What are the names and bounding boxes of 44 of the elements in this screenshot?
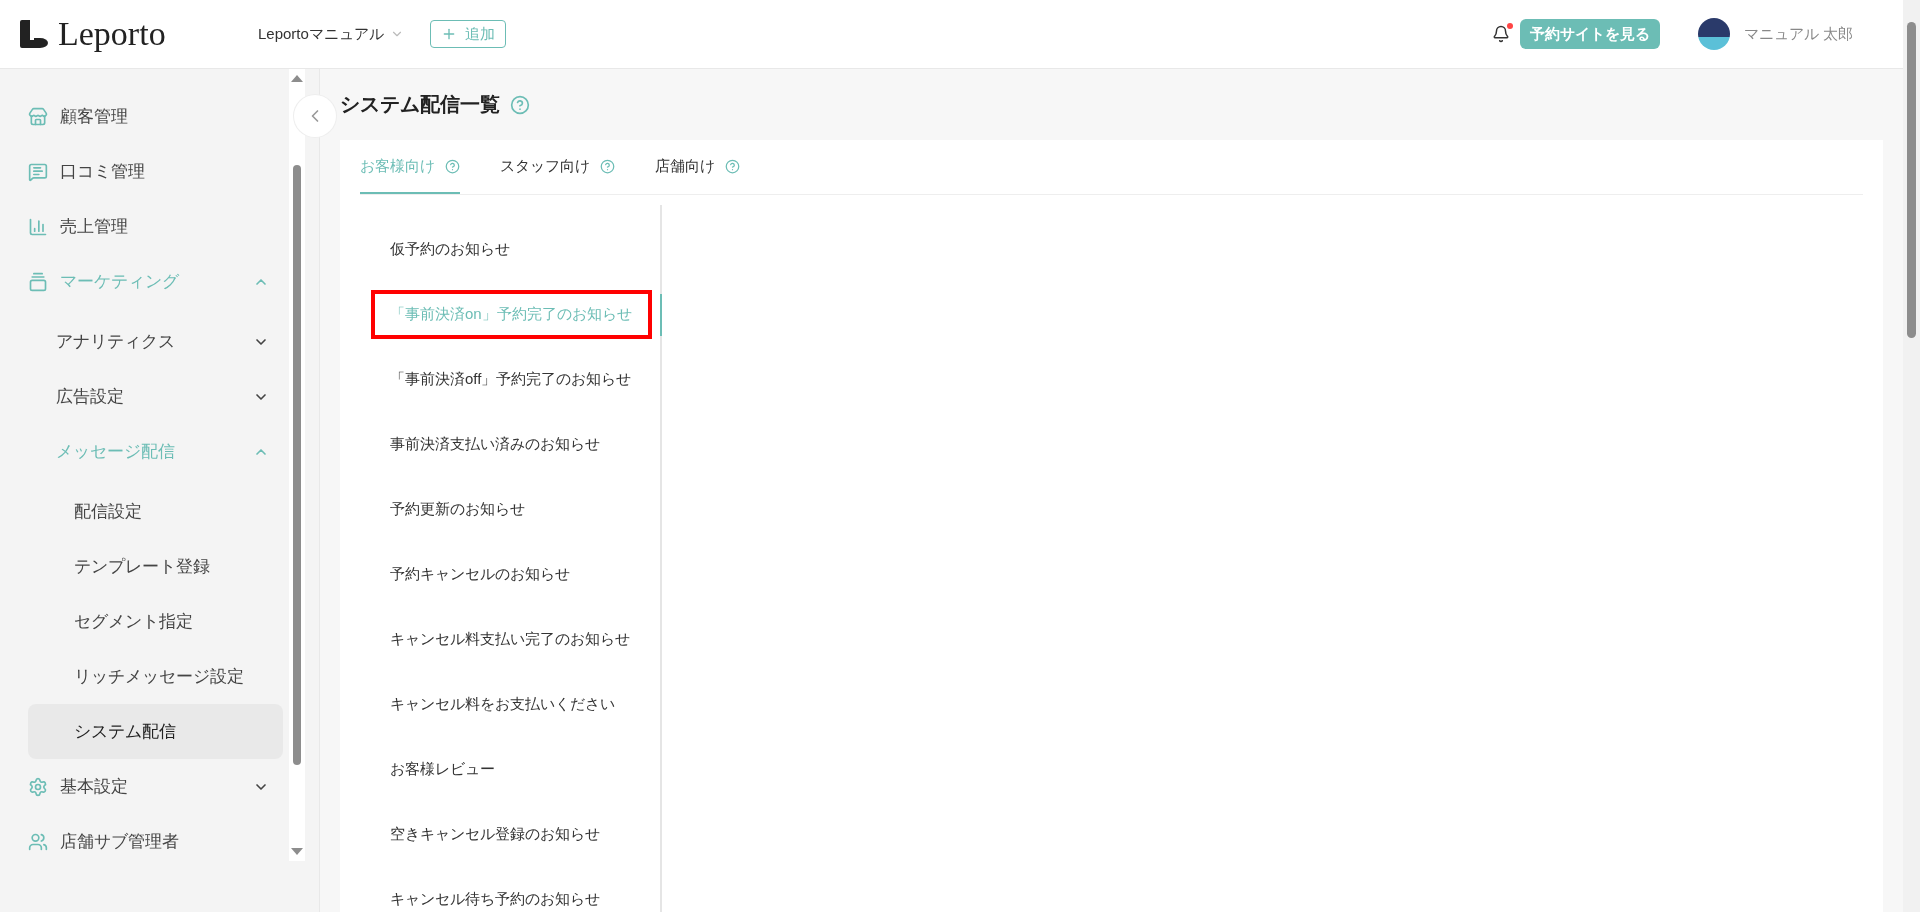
- notification-icon[interactable]: [1491, 25, 1510, 43]
- message-icon: [28, 161, 48, 182]
- message-type-item[interactable]: 予約更新のお知らせ: [360, 500, 525, 519]
- message-type-item[interactable]: 事前決済支払い済みのお知らせ: [360, 435, 600, 454]
- tab[interactable]: スタッフ向け: [500, 140, 615, 194]
- message-type-item[interactable]: キャンセル料支払い完了のお知らせ: [360, 630, 630, 649]
- sidebar-item[interactable]: 店舗サブ管理者: [28, 814, 283, 869]
- users-icon: [28, 831, 48, 852]
- sidebar-item[interactable]: 基本設定: [28, 759, 283, 814]
- logo-icon: [20, 20, 48, 48]
- sidebar-item[interactable]: セグメント指定: [28, 594, 283, 649]
- active-indicator: [660, 294, 662, 336]
- page-title: システム配信一覧: [340, 92, 500, 117]
- store-icon: [28, 106, 48, 127]
- message-type-item[interactable]: 「事前決済off」予約完了のお知らせ: [360, 370, 632, 389]
- help-icon: [445, 158, 460, 174]
- logo-text: Leporto: [58, 15, 166, 53]
- tab[interactable]: 店舗向け: [655, 140, 740, 194]
- sidebar-item[interactable]: 配信設定: [28, 484, 283, 539]
- message-type-item[interactable]: 予約キャンセルのお知らせ: [360, 565, 570, 584]
- sidebar-item[interactable]: 売上管理: [28, 199, 283, 254]
- message-type-item[interactable]: お客様レビュー: [360, 760, 495, 779]
- sidebar-item[interactable]: 顧客管理: [28, 89, 283, 144]
- page-scrollbar[interactable]: [1903, 0, 1920, 912]
- message-type-item[interactable]: 仮予約のお知らせ: [360, 240, 510, 259]
- sidebar-scrollbar[interactable]: [289, 69, 305, 861]
- help-icon[interactable]: [510, 94, 530, 115]
- help-icon: [725, 158, 740, 174]
- layers-icon: [28, 271, 48, 292]
- message-type-item[interactable]: キャンセル待ち予約のお知らせ: [360, 890, 600, 909]
- sidebar-item[interactable]: テンプレート登録: [28, 539, 283, 594]
- sidebar-item[interactable]: システム配信: [28, 704, 283, 759]
- gear-icon: [28, 776, 48, 797]
- avatar[interactable]: [1697, 18, 1730, 50]
- message-type-item[interactable]: 空きキャンセル登録のお知らせ: [360, 825, 600, 844]
- sidebar-item[interactable]: リッチメッセージ設定: [28, 649, 283, 704]
- sidebar-item[interactable]: 口コミ管理: [28, 144, 283, 199]
- bar-chart-icon: [28, 216, 48, 237]
- store-selector[interactable]: Leportoマニュアル: [258, 24, 404, 44]
- sidebar-item[interactable]: アナリティクス: [28, 314, 283, 369]
- help-icon: [600, 158, 615, 174]
- message-type-item[interactable]: キャンセル料をお支払いください: [360, 695, 615, 714]
- sidebar-item[interactable]: 広告設定: [28, 369, 283, 424]
- user-name: マニュアル 太郎: [1743, 24, 1853, 44]
